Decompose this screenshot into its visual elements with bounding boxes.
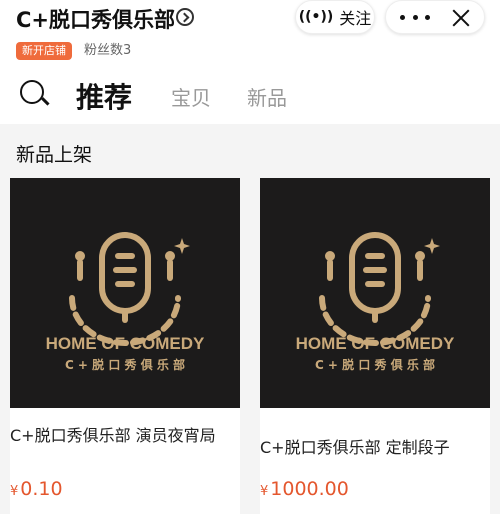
section-title: 新品上架	[16, 144, 93, 166]
store-name[interactable]: C+脱口秀俱乐部	[16, 4, 175, 34]
broadcast-icon: ((•))	[298, 9, 334, 25]
comedy-logo: HOME OF COMEDY C + 脱 口 秀 俱 乐 部	[46, 232, 205, 372]
product-card[interactable]: HOME OF COMEDY C + 脱 口 秀 俱 乐 部 C+脱口秀俱乐部 …	[260, 178, 490, 514]
new-store-badge: 新开店铺	[16, 42, 72, 60]
currency-symbol: ¥	[10, 484, 19, 499]
product-image[interactable]: HOME OF COMEDY C + 脱 口 秀 俱 乐 部	[10, 178, 240, 408]
tab-new[interactable]: 新品	[247, 82, 287, 111]
logo-subtext: C + 脱 口 秀 俱 乐 部	[65, 357, 185, 372]
currency-symbol: ¥	[260, 484, 269, 499]
product-title[interactable]: C+脱口秀俱乐部 演员夜宵局	[10, 423, 236, 448]
comedy-logo: HOME OF COMEDY C + 脱 口 秀 俱 乐 部	[296, 232, 455, 372]
logo-text: HOME OF COMEDY	[46, 334, 205, 353]
more-icon[interactable]	[400, 7, 430, 27]
product-title[interactable]: C+脱口秀俱乐部 定制段子	[260, 435, 486, 460]
fans-count: 粉丝数3	[84, 43, 132, 58]
tab-items[interactable]: 宝贝	[171, 82, 211, 111]
tab-bar: 推荐 宝贝 新品	[0, 70, 500, 124]
product-price: ¥0.10	[10, 478, 63, 500]
price-value: 0.10	[20, 478, 63, 500]
close-icon[interactable]	[450, 7, 472, 29]
price-value: 1000.00	[270, 478, 349, 500]
store-header: C+脱口秀俱乐部 ((•)) 关注 新开店铺 粉丝数3	[0, 0, 500, 70]
product-card[interactable]: HOME OF COMEDY C + 脱 口 秀 俱 乐 部 C+脱口秀俱乐部 …	[10, 178, 240, 514]
product-price: ¥1000.00	[260, 478, 349, 500]
mini-program-capsule	[385, 0, 485, 34]
search-icon[interactable]	[20, 80, 50, 108]
logo-subtext: C + 脱 口 秀 俱 乐 部	[315, 357, 435, 372]
follow-label: 关注	[339, 9, 372, 28]
product-image[interactable]: HOME OF COMEDY C + 脱 口 秀 俱 乐 部	[260, 178, 490, 408]
new-arrivals-section: 新品上架 HOME OF COMEDY C + 脱 口 秀 俱 乐 部 C+脱口…	[0, 124, 500, 514]
follow-button[interactable]: ((•)) 关注	[295, 0, 375, 34]
logo-text: HOME OF COMEDY	[296, 334, 455, 353]
chevron-right-icon[interactable]	[176, 8, 194, 26]
tab-recommend[interactable]: 推荐	[76, 76, 132, 116]
